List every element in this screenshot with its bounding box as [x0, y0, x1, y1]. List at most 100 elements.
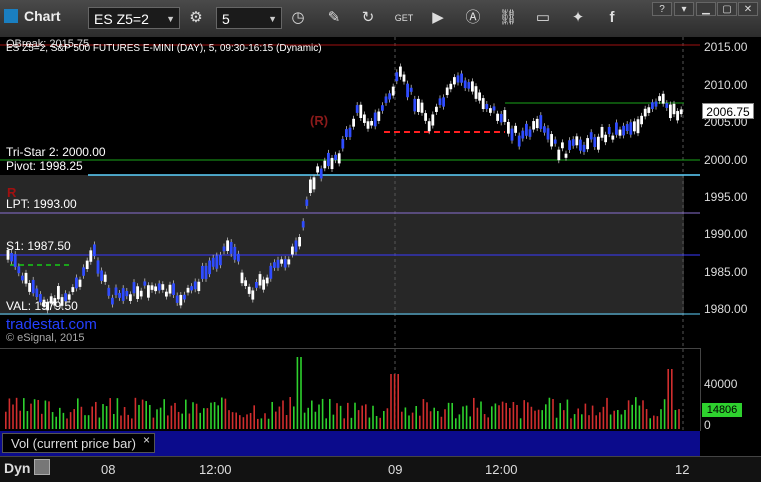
volume-tick: 0: [704, 418, 711, 432]
volume-bar: [84, 415, 86, 429]
price-chart-svg[interactable]: [0, 37, 700, 347]
volume-bar: [494, 403, 497, 429]
candle: [521, 130, 525, 139]
volume-bar: [91, 406, 93, 429]
candle: [13, 254, 17, 267]
candle: [564, 153, 568, 158]
candle: [172, 283, 175, 295]
volume-bar: [37, 399, 39, 429]
time-axis[interactable]: Dyn 08 12:00 09 12:00 12: [0, 456, 761, 482]
volume-bar: [537, 409, 540, 429]
get-icon[interactable]: GET: [392, 7, 416, 29]
menu-button[interactable]: ▾: [674, 2, 694, 16]
help-button[interactable]: ?: [652, 2, 672, 16]
candle: [489, 108, 492, 113]
minimize-button[interactable]: ▁: [696, 2, 716, 16]
volume-bar: [534, 410, 536, 429]
interval-input[interactable]: 5 ▼: [216, 7, 282, 29]
volume-bar: [242, 417, 245, 429]
volume-bar: [95, 401, 97, 429]
volume-bar: [293, 406, 295, 429]
candle: [438, 98, 442, 105]
candle: [384, 96, 388, 103]
chevron-down-icon[interactable]: ▼: [166, 8, 175, 30]
candle: [341, 138, 345, 149]
volume-bar: [368, 417, 371, 429]
close-icon[interactable]: ×: [143, 433, 150, 447]
candle: [449, 83, 453, 90]
s1-label: S1: 1987.50: [6, 239, 71, 253]
candle: [582, 144, 586, 152]
volume-bar: [473, 397, 475, 429]
volume-bar: [41, 413, 43, 429]
price-chart[interactable]: OBreak: 2015.75 ES Z5=2, S&P 500 FUTURES…: [0, 37, 701, 347]
comment-icon[interactable]: ▭: [531, 7, 555, 29]
volume-bar: [642, 400, 644, 429]
volume-bar: [203, 408, 205, 429]
val-label: VAL: 1979.50: [6, 299, 78, 313]
volume-bar: [170, 405, 173, 429]
volume-chart[interactable]: [0, 348, 701, 431]
candle: [413, 98, 417, 112]
volume-bar: [426, 402, 428, 429]
volume-bar: [519, 418, 522, 429]
facebook-icon[interactable]: f: [600, 7, 624, 29]
dynamic-button[interactable]: Dyn: [4, 459, 51, 476]
candle: [528, 129, 532, 137]
candle: [539, 115, 543, 129]
volume-bar: [365, 404, 367, 429]
volume-bar: [411, 412, 414, 429]
maximize-button[interactable]: ▢: [717, 2, 737, 16]
candle: [543, 126, 546, 133]
volume-bar: [656, 416, 659, 429]
candle: [427, 121, 431, 132]
volume-bar: [465, 405, 468, 429]
volume-bar: [109, 398, 111, 429]
candle: [139, 290, 143, 297]
tristar-label: Tri-Star 2: 2000.00: [6, 145, 106, 159]
chevron-down-icon[interactable]: ▼: [268, 8, 277, 30]
candle: [251, 290, 255, 300]
chart-app-icon: [4, 9, 18, 23]
volume-bar: [383, 411, 385, 429]
candle: [93, 244, 96, 257]
a-icon[interactable]: Ⓐ: [461, 7, 485, 29]
candle: [658, 96, 661, 101]
volume-bar: [357, 410, 360, 429]
clock-icon[interactable]: ◷: [286, 7, 310, 29]
current-volume-badge: 14806: [702, 403, 742, 417]
pencil-icon[interactable]: ✎: [322, 7, 346, 29]
play-icon[interactable]: ▶: [426, 7, 450, 29]
volume-bar: [134, 397, 137, 429]
candle: [600, 126, 604, 138]
candle: [287, 259, 291, 265]
candle: [291, 246, 294, 255]
volume-bar: [541, 410, 543, 429]
twitter-icon[interactable]: ✦: [566, 7, 590, 29]
price-axis[interactable]: 2015.00 2010.00 2005.00 2000.00 1995.00 …: [700, 37, 761, 347]
candle: [71, 287, 75, 293]
volume-bar: [545, 404, 547, 429]
volume-bar: [325, 418, 327, 429]
volume-bar: [375, 415, 378, 429]
candle: [456, 75, 460, 83]
candle: [240, 272, 244, 284]
volume-bar: [350, 417, 353, 429]
volume-indicator-label[interactable]: Vol (current price bar): [2, 433, 155, 453]
volume-bar: [188, 413, 191, 429]
close-button[interactable]: ✕: [738, 2, 758, 16]
candle: [471, 81, 474, 92]
candle: [82, 267, 85, 276]
volume-bar: [393, 374, 396, 429]
link-icon[interactable]: ⛓: [496, 7, 520, 29]
candle: [244, 280, 247, 286]
lock-icon[interactable]: [34, 459, 51, 475]
candle: [359, 104, 363, 119]
candle: [118, 292, 121, 298]
symbol-input[interactable]: ES Z5=2 ▼: [88, 7, 180, 29]
volume-bar: [289, 397, 291, 429]
refresh-icon[interactable]: ↻: [356, 7, 380, 29]
candle: [499, 113, 503, 123]
volume-bar: [624, 409, 626, 429]
symbol-settings-icon[interactable]: ⚙: [184, 7, 208, 29]
